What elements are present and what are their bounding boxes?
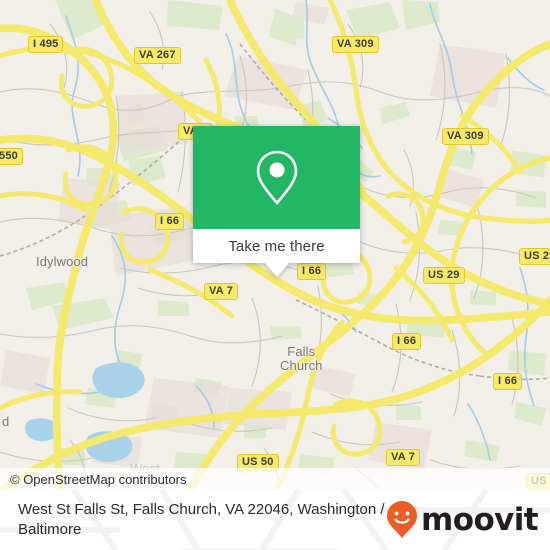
moovit-brand[interactable]: moovit	[385, 500, 542, 540]
popup-footer[interactable]: Take me there	[193, 229, 360, 263]
road-shield-us29-e[interactable]: US 29	[519, 248, 550, 265]
moovit-smiley-pin-icon	[387, 501, 418, 538]
openstreetmap-attribution[interactable]: © OpenStreetMap contributors	[10, 472, 187, 487]
popup-header	[193, 126, 360, 229]
footer-content: West St Falls St, Falls Church, VA 22046…	[0, 490, 550, 550]
location-address-label: West St Falls St, Falls Church, VA 22046…	[18, 501, 385, 538]
moovit-wordmark: moovit	[421, 501, 539, 538]
map-pin-icon	[256, 150, 297, 205]
road-shield-va309-n[interactable]: VA 309	[332, 36, 379, 53]
road-shield-va309-e[interactable]: VA 309	[442, 128, 489, 145]
road-shield-i66-c[interactable]: I 66	[297, 263, 327, 280]
map-attribution-bar: © OpenStreetMap contributors	[0, 468, 550, 490]
map-place-label-idylwood: Idylwood	[36, 254, 89, 269]
road-shield-i66-s[interactable]: I 66	[392, 333, 422, 350]
road-shield-i66-nw[interactable]: I 66	[155, 213, 185, 230]
road-shield-i66-e[interactable]: I 66	[493, 373, 523, 390]
road-shield-550[interactable]: 550	[0, 148, 23, 165]
road-shield-i495[interactable]: I 495	[28, 36, 64, 53]
popup-pointer-tail	[263, 262, 290, 277]
map-place-label-falls-church: Falls Church	[280, 344, 323, 373]
map-canvas[interactable]: .rd { fill:none; stroke:#f5e96b; stroke-…	[0, 0, 550, 490]
road-shield-va7-s[interactable]: VA 7	[386, 449, 421, 466]
screenshot-root: .rd { fill:none; stroke:#f5e96b; stroke-…	[0, 0, 550, 550]
take-me-there-button[interactable]: Take me there	[228, 238, 324, 255]
footer-bar: West St Falls St, Falls Church, VA 22046…	[0, 490, 550, 550]
location-popup-card[interactable]: Take me there	[193, 126, 360, 277]
map-place-label-edge: d	[2, 414, 10, 429]
road-shield-va267[interactable]: VA 267	[134, 47, 181, 64]
road-shield-us29-w[interactable]: US 29	[423, 267, 465, 284]
road-shield-va7-w[interactable]: VA 7	[204, 283, 239, 300]
